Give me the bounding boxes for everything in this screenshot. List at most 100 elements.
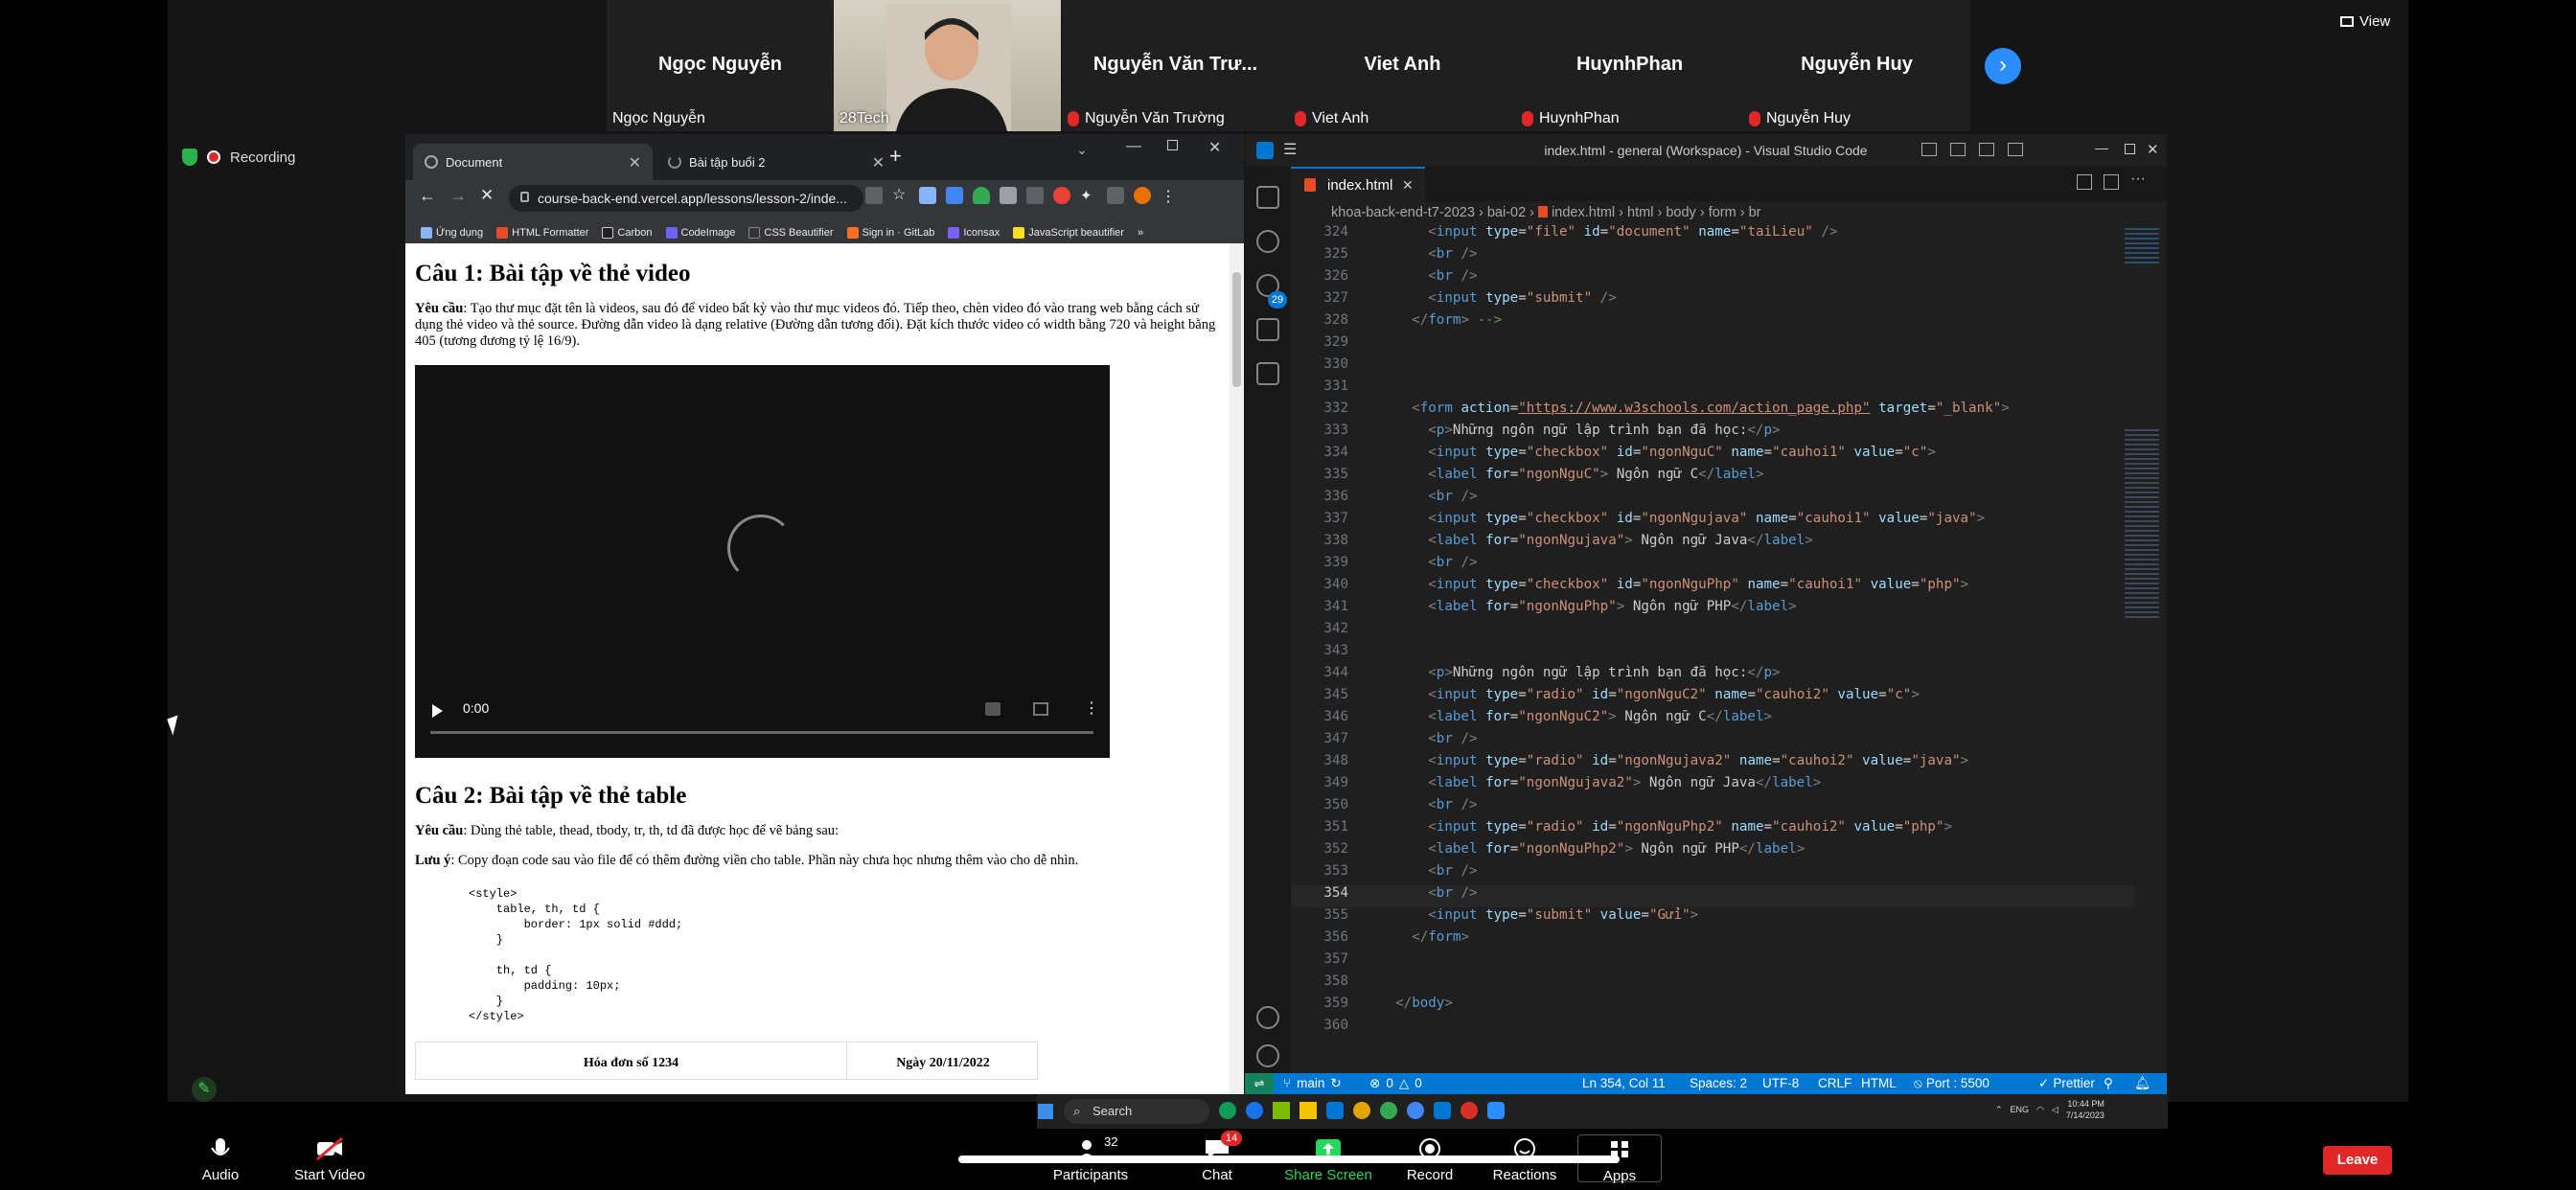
breadcrumb-item[interactable]: html bbox=[1627, 205, 1653, 220]
code-line[interactable]: 337 <input type="checkbox" id="ngonNguja… bbox=[1291, 511, 2134, 533]
bookmark-item[interactable]: Sign in · GitLab bbox=[846, 221, 934, 243]
camera-extension-icon[interactable] bbox=[919, 187, 936, 204]
toggle-sidebar-icon[interactable] bbox=[1921, 143, 1937, 156]
bookmark-item[interactable]: Ứng dụng bbox=[421, 221, 483, 243]
settings-gear-icon[interactable] bbox=[1256, 1044, 1279, 1067]
code-line[interactable]: 345 <input type="radio" id="ngonNguC2" n… bbox=[1291, 687, 2134, 709]
breadcrumb-item[interactable]: khoa-back-end-t7-2023 bbox=[1331, 205, 1475, 220]
code-line[interactable]: 328 </form> --> bbox=[1291, 312, 2134, 334]
cursor-position[interactable]: Ln 354, Col 11 bbox=[1582, 1076, 1666, 1090]
code-line[interactable]: 352 <label for="ngonNguPhp2"> Ngôn ngữ P… bbox=[1291, 841, 2134, 863]
encoding-status[interactable]: UTF-8 bbox=[1762, 1076, 1799, 1090]
language-mode[interactable]: HTML bbox=[1861, 1076, 1897, 1090]
notifications-bell-icon[interactable]: 🔔︎ bbox=[2134, 1076, 2150, 1091]
maximize-icon[interactable] bbox=[2125, 144, 2135, 154]
code-line[interactable]: 329 bbox=[1291, 334, 2134, 356]
code-line[interactable]: 356 </form> bbox=[1291, 929, 2134, 951]
breadcrumb-item[interactable]: index.html bbox=[1552, 205, 1615, 220]
chrome-icon[interactable] bbox=[1407, 1102, 1424, 1119]
tab-search-icon[interactable]: ⌄ bbox=[1076, 142, 1088, 158]
problems-status[interactable]: ⊗ 0 △ 0 bbox=[1369, 1076, 1422, 1091]
maximize-icon[interactable] bbox=[1167, 140, 1178, 150]
more-actions-icon[interactable]: ··· bbox=[2130, 171, 2146, 188]
leave-button[interactable]: Leave bbox=[2323, 1146, 2392, 1175]
app-icon[interactable] bbox=[1460, 1102, 1478, 1119]
shield-extension-icon[interactable] bbox=[973, 187, 990, 204]
extension-icon[interactable] bbox=[946, 187, 963, 204]
accounts-icon[interactable] bbox=[1256, 1006, 1279, 1029]
extensions-icon[interactable] bbox=[1256, 362, 1279, 385]
clock[interactable]: 10:44 PM 7/14/2023 bbox=[2066, 1098, 2104, 1121]
browser-tab[interactable]: Document ✕ bbox=[413, 144, 653, 180]
fullscreen-icon[interactable] bbox=[1033, 702, 1048, 716]
browser-icon[interactable] bbox=[1246, 1102, 1263, 1119]
windows-start-icon[interactable] bbox=[1038, 1104, 1053, 1119]
share-icon[interactable] bbox=[865, 187, 883, 204]
file-explorer-icon[interactable] bbox=[1300, 1102, 1317, 1119]
scrollbar-thumb[interactable] bbox=[1232, 272, 1241, 387]
video-progress-bar[interactable] bbox=[430, 731, 1093, 734]
toggle-secondary-sidebar-icon[interactable] bbox=[1979, 143, 1994, 156]
git-branch-status[interactable]: ⑂ main ↻ bbox=[1283, 1076, 1342, 1091]
extension-icon[interactable] bbox=[1000, 187, 1017, 204]
prettier-status[interactable]: ✓ Prettier bbox=[2038, 1076, 2095, 1091]
breadcrumb-item[interactable]: br bbox=[1749, 205, 1761, 220]
code-line[interactable]: 344 <p>Những ngôn ngữ lập trình bạn đã h… bbox=[1291, 665, 2134, 687]
code-line[interactable]: 351 <input type="radio" id="ngonNguPhp2"… bbox=[1291, 819, 2134, 841]
indentation-status[interactable]: Spaces: 2 bbox=[1690, 1076, 1747, 1090]
live-server-status[interactable]: ⦸ Port : 5500 bbox=[1914, 1076, 1990, 1091]
system-tray[interactable]: ⌃ ENG ◠ ◁ 10:44 PM 7/14/2023 bbox=[1995, 1098, 2104, 1121]
back-icon[interactable]: ← bbox=[419, 186, 436, 206]
page-scrollbar[interactable] bbox=[1230, 243, 1244, 1094]
breadcrumb-item[interactable]: body bbox=[1666, 205, 1695, 220]
code-line[interactable]: 332 <form action="https://www.w3schools.… bbox=[1291, 400, 2134, 423]
code-line[interactable]: 353 <br /> bbox=[1291, 863, 2134, 885]
code-line[interactable]: 341 <label for="ngonNguPhp"> Ngôn ngữ PH… bbox=[1291, 599, 2134, 621]
profile-avatar-icon[interactable] bbox=[1134, 187, 1151, 204]
vscode-taskbar-icon[interactable] bbox=[1434, 1102, 1451, 1119]
code-line[interactable]: 327 <input type="submit" /> bbox=[1291, 290, 2134, 312]
new-tab-icon[interactable]: + bbox=[889, 144, 902, 169]
annotate-pencil-icon[interactable]: ✎ bbox=[192, 1077, 217, 1102]
taskbar-search-box[interactable]: ⌕ Search bbox=[1064, 1099, 1209, 1124]
app-icon[interactable] bbox=[1353, 1102, 1370, 1119]
editor-tab-index-html[interactable]: index.html ✕ bbox=[1291, 167, 1425, 201]
app-icon[interactable] bbox=[1273, 1102, 1290, 1119]
code-line[interactable]: 335 <label for="ngonNguC"> Ngôn ngữ C</l… bbox=[1291, 467, 2134, 489]
extension-icon[interactable] bbox=[1026, 187, 1044, 204]
code-line[interactable]: 339 <br /> bbox=[1291, 555, 2134, 577]
customize-layout-icon[interactable] bbox=[2008, 143, 2023, 156]
code-line[interactable]: 346 <label for="ngonNguC2"> Ngôn ngữ C</… bbox=[1291, 709, 2134, 731]
open-preview-icon[interactable] bbox=[2077, 174, 2092, 190]
video-more-icon[interactable]: ⋮ bbox=[1084, 698, 1099, 718]
code-line[interactable]: 358 bbox=[1291, 973, 2134, 995]
volume-icon[interactable] bbox=[985, 702, 1000, 716]
next-participants-arrow-icon[interactable]: › bbox=[1985, 48, 2021, 84]
code-line[interactable]: 349 <label for="ngonNgujava2"> Ngôn ngữ … bbox=[1291, 775, 2134, 797]
browser-tab-active[interactable]: Bài tập buổi 2 ✕ bbox=[656, 144, 896, 180]
forward-icon[interactable]: → bbox=[449, 186, 467, 206]
participant-tile[interactable]: Nguyễn Huy Nguyễn Huy bbox=[1743, 0, 1970, 131]
close-tab-icon[interactable]: ✕ bbox=[1402, 177, 1414, 194]
breadcrumb-item[interactable]: form bbox=[1709, 205, 1736, 220]
code-line[interactable]: 343 bbox=[1291, 643, 2134, 665]
bookmark-star-icon[interactable]: ☆ bbox=[892, 187, 909, 204]
close-tab-icon[interactable]: ✕ bbox=[629, 153, 641, 172]
bookmark-item[interactable]: Iconsax bbox=[948, 221, 1000, 243]
zoom-taskbar-icon[interactable] bbox=[1487, 1102, 1505, 1119]
code-line[interactable]: 334 <input type="checkbox" id="ngonNguC"… bbox=[1291, 445, 2134, 467]
participant-tile-video[interactable]: 28Tech bbox=[834, 0, 1061, 131]
bookmark-item[interactable]: HTML Formatter bbox=[496, 221, 588, 243]
code-line[interactable]: 336 <br /> bbox=[1291, 489, 2134, 511]
bookmark-item[interactable]: CodeImage bbox=[665, 221, 735, 243]
code-line[interactable]: 350 <br /> bbox=[1291, 797, 2134, 819]
play-icon[interactable] bbox=[432, 704, 443, 718]
feedback-icon[interactable]: ⚲ bbox=[2104, 1076, 2113, 1091]
extension-icon[interactable] bbox=[1053, 187, 1070, 204]
code-line[interactable]: 324 <input type="file" id="document" nam… bbox=[1291, 224, 2134, 246]
participant-tile[interactable]: HuynhPhan HuynhPhan bbox=[1516, 0, 1743, 131]
code-line[interactable]: 325 <br /> bbox=[1291, 246, 2134, 268]
code-line[interactable]: 331 bbox=[1291, 378, 2134, 400]
close-window-icon[interactable]: ✕ bbox=[2147, 141, 2159, 158]
bookmark-item[interactable]: Carbon bbox=[602, 221, 653, 243]
